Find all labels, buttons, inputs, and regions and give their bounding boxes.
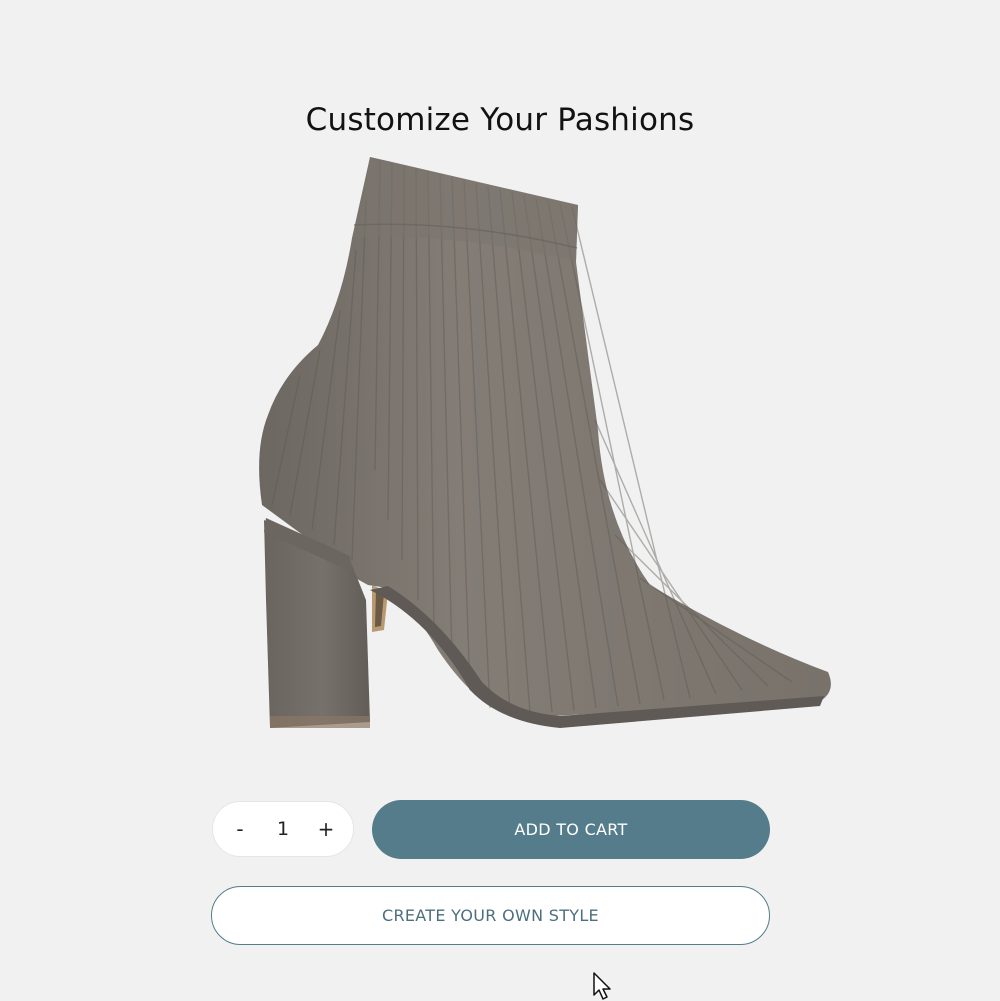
quantity-stepper: - + bbox=[212, 801, 354, 857]
increment-button[interactable]: + bbox=[309, 812, 343, 846]
decrement-button[interactable]: - bbox=[223, 812, 257, 846]
page-title: Customize Your Pashions bbox=[305, 102, 695, 138]
create-your-own-style-button[interactable]: CREATE YOUR OWN STYLE bbox=[211, 886, 770, 945]
mouse-pointer-icon bbox=[593, 972, 611, 1000]
product-image bbox=[259, 157, 831, 728]
quantity-input[interactable] bbox=[261, 817, 305, 841]
add-to-cart-button[interactable]: ADD TO CART bbox=[372, 800, 770, 859]
